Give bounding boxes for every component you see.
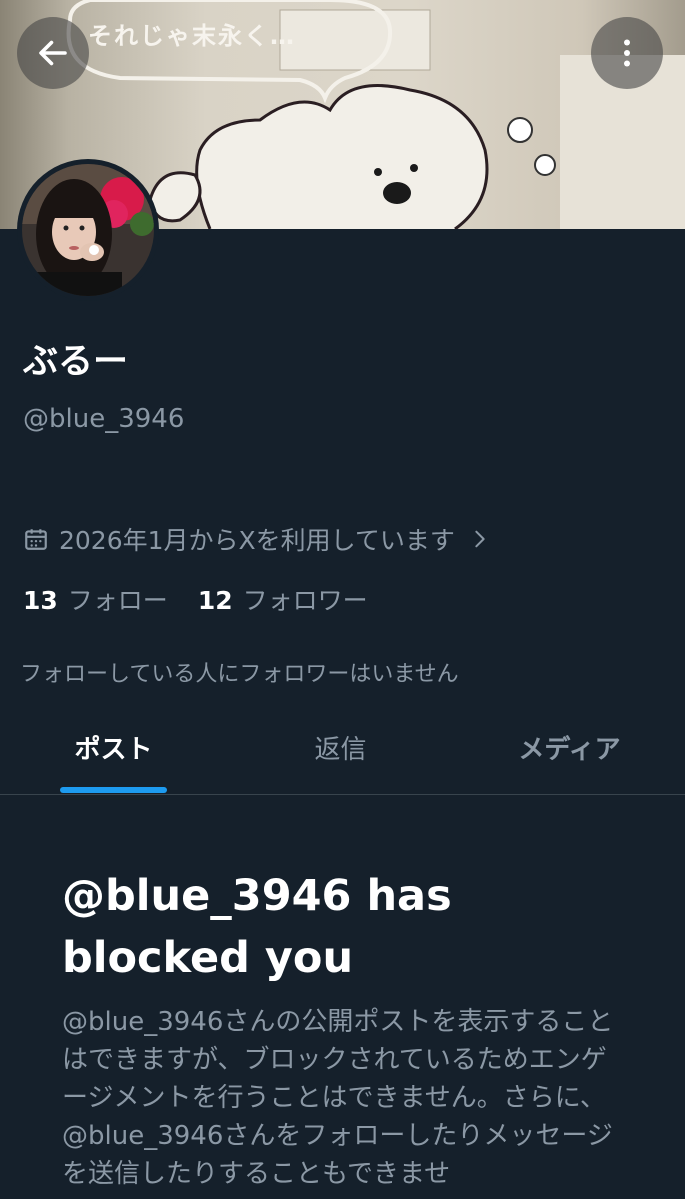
following-label: フォロー	[67, 586, 168, 615]
calendar-icon	[25, 529, 47, 550]
tab-media[interactable]: メディア	[454, 700, 685, 794]
more-vertical-icon	[624, 39, 630, 67]
followers-count: 12	[197, 586, 233, 615]
blocked-title: @blue_3946 has blocked you	[62, 871, 452, 983]
chevron-right-icon	[475, 530, 485, 548]
avatar[interactable]	[17, 159, 159, 301]
active-tab-indicator	[60, 787, 167, 793]
banner-caption: それじゃ末永く…	[88, 22, 296, 50]
mutual-followers-note: フォローしている人にフォロワーはいません	[20, 662, 459, 687]
back-button[interactable]	[17, 17, 89, 89]
profile-tabs: ポスト 返信 メディア	[0, 700, 685, 795]
following-link[interactable]: 13 フォロー	[23, 581, 168, 617]
following-count: 13	[23, 586, 58, 615]
display-name: ぶるー	[23, 342, 129, 382]
follow-stats: 13 フォロー 12 フォロワー	[23, 581, 368, 617]
arrow-left-icon	[39, 40, 67, 66]
avatar-image	[22, 164, 154, 296]
tab-posts[interactable]: ポスト	[0, 700, 227, 794]
followers-link[interactable]: 12 フォロワー	[198, 581, 368, 617]
joined-date[interactable]: 2026年1月からXを利用しています	[23, 521, 491, 557]
followers-label: フォロワー	[242, 586, 368, 615]
more-options-button[interactable]	[591, 17, 663, 89]
tab-replies[interactable]: 返信	[227, 700, 454, 794]
blocked-description: @blue_3946さんの公開ポストを表示することはできますが、ブロックされてい…	[62, 1007, 614, 1189]
joined-date-text: 2026年1月からXを利用しています	[59, 526, 455, 555]
user-handle: @blue_3946	[23, 404, 185, 434]
